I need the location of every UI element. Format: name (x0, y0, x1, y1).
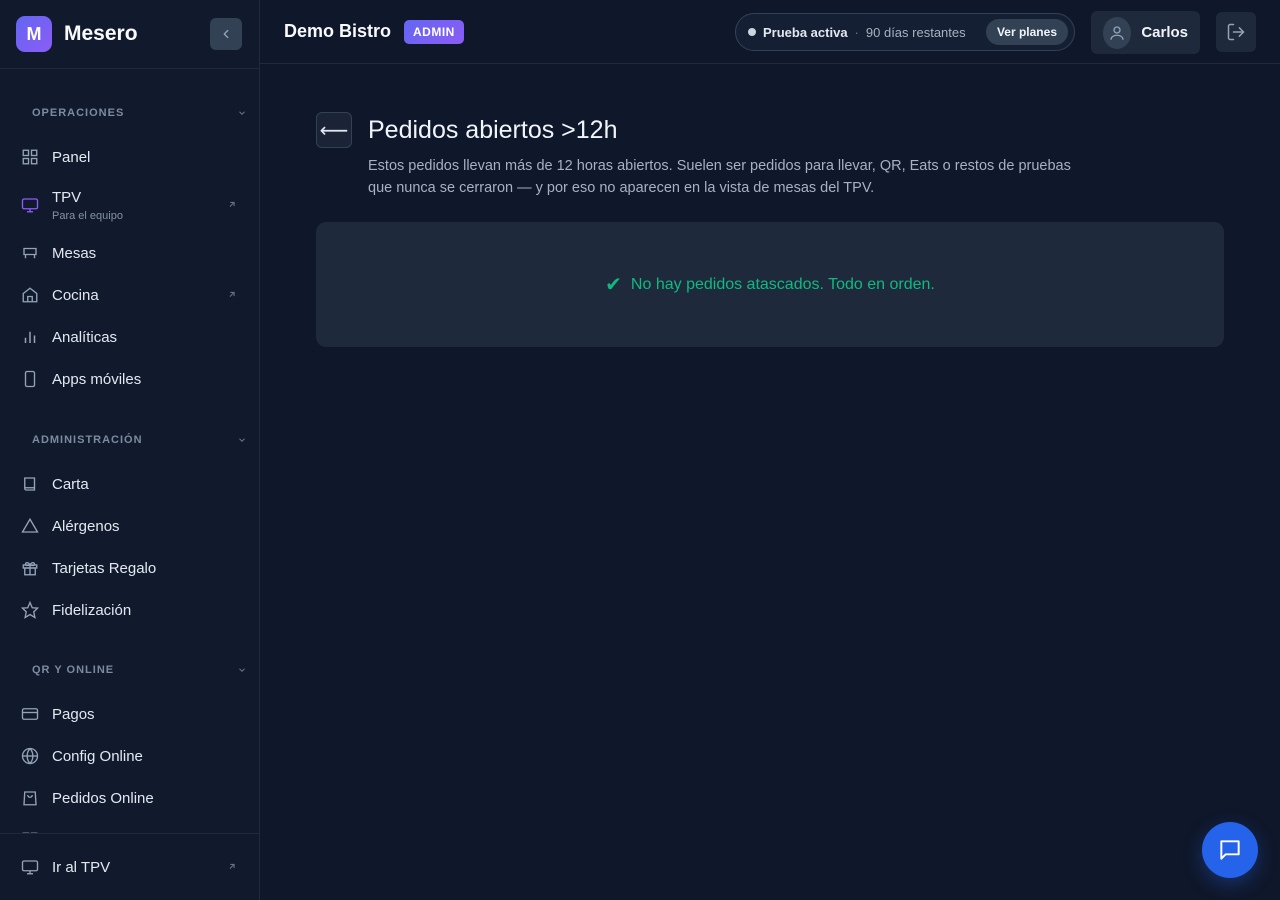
monitor-icon (20, 195, 40, 215)
sidebar-nav: OPERACIONES Panel TPV Para el equipo Mes… (0, 70, 259, 833)
section-title: ADMINISTRACIÓN (32, 434, 143, 446)
sidebar-item-label: Fidelización (52, 601, 132, 619)
brand-name: Mesero (64, 22, 138, 45)
sidebar-item-label: Config Online (52, 747, 143, 765)
star-icon (20, 600, 40, 620)
book-icon (20, 474, 40, 494)
shopping-bag-icon (20, 788, 40, 808)
sidebar-item-label: Pedidos Online (52, 789, 154, 807)
phone-icon (20, 369, 40, 389)
workspace-name: Demo Bistro (284, 21, 392, 41)
empty-state-message: No hay pedidos atascados. Todo en orden. (630, 275, 935, 293)
trial-status-pill: Prueba activa · 90 días restantes Ver pl… (735, 13, 1075, 51)
external-link-icon (227, 859, 237, 876)
sidebar-item-label: Mesas (52, 244, 97, 262)
role-badge: ADMIN (404, 19, 464, 44)
sidebar-item-label: TPV (52, 188, 82, 206)
sidebar-item-label: Apps móviles (52, 370, 142, 388)
sidebar-item-pagos[interactable]: Pagos (0, 694, 259, 734)
credit-card-icon (20, 704, 40, 724)
section-title: QR Y ONLINE (32, 664, 115, 676)
trial-status: Prueba activa (763, 24, 848, 40)
user-menu-button[interactable]: Carlos (1091, 11, 1200, 54)
sidebar-item-config-online[interactable]: Config Online (0, 736, 259, 776)
sidebar-item-label: Tarjetas Regalo (52, 559, 157, 577)
sidebar-item-label: Analíticas (52, 328, 118, 346)
sidebar-item-label: Alérgenos (52, 517, 120, 535)
chevron-down-icon (239, 111, 245, 115)
logout-icon (1227, 23, 1245, 41)
external-link-icon (227, 287, 237, 304)
monitor-icon (20, 857, 40, 877)
home-icon (20, 285, 40, 305)
bar-chart-icon (20, 327, 40, 347)
section-title: OPERACIONES (32, 107, 125, 119)
chat-button[interactable] (1202, 822, 1258, 878)
sidebar-item-mesas[interactable]: Mesas (0, 233, 259, 273)
footer-label: Ir al TPV (52, 858, 111, 876)
sidebar-item-label: Panel (52, 148, 91, 166)
sidebar-item-sublabel: Para el equipo (52, 209, 123, 222)
collapse-sidebar-button[interactable] (210, 18, 242, 50)
sidebar: M Mesero OPERACIONES Panel TPV Para el e… (0, 0, 260, 900)
page-title: Pedidos abiertos >12h (368, 116, 618, 144)
brand: M Mesero (0, 0, 259, 69)
sidebar-item-label: Cocina (52, 286, 99, 304)
empty-state-card: ✔ No hay pedidos atascados. Todo en orde… (316, 222, 1224, 347)
brand-logo: M (16, 16, 52, 52)
section-qr-online[interactable]: QR Y ONLINE (0, 660, 259, 680)
section-operaciones[interactable]: OPERACIONES (0, 103, 259, 123)
sidebar-footer: Ir al TPV (0, 833, 259, 900)
user-name: Carlos (1141, 24, 1188, 41)
sidebar-item-panel[interactable]: Panel (0, 137, 259, 177)
status-dot-icon (748, 28, 756, 36)
sidebar-item-alergenos[interactable]: Alérgenos (0, 506, 259, 546)
sidebar-item-label: Pagos (52, 705, 95, 723)
globe-icon (20, 746, 40, 766)
sidebar-item-carta[interactable]: Carta (0, 464, 259, 504)
trial-separator: · (854, 24, 859, 40)
sidebar-item-fidelizacion[interactable]: Fidelización (0, 590, 259, 630)
top-header: Demo Bistro ADMIN Prueba activa · 90 día… (260, 0, 1280, 64)
avatar (1103, 16, 1132, 49)
chevron-down-icon (239, 668, 245, 672)
sidebar-item-pedidos-online[interactable]: Pedidos Online (0, 778, 259, 818)
grid-icon (20, 147, 40, 167)
trial-days-remaining: 90 días restantes (865, 24, 966, 40)
check-icon: ✔ (605, 274, 622, 296)
view-plans-button[interactable]: Ver planes (985, 19, 1068, 45)
sidebar-item-analiticas[interactable]: Analíticas (0, 317, 259, 357)
sidebar-item-partial[interactable] (0, 820, 259, 833)
chevron-down-icon (239, 438, 245, 442)
sidebar-item-apps-moviles[interactable]: Apps móviles (0, 359, 259, 399)
sidebar-item-tpv[interactable]: TPV Para el equipo (0, 177, 259, 233)
chat-icon (1220, 840, 1240, 860)
table-icon (20, 243, 40, 263)
page-description: Estos pedidos llevan más de 12 horas abi… (368, 158, 1071, 196)
sidebar-item-text: TPV Para el equipo (52, 189, 123, 222)
logout-button[interactable] (1216, 12, 1256, 52)
gift-icon (20, 558, 40, 578)
sidebar-item-label: Carta (52, 475, 89, 493)
arrow-left-icon: ⟵ (319, 119, 349, 142)
go-to-tpv-link[interactable]: Ir al TPV (0, 847, 259, 887)
chevron-left-icon (223, 29, 229, 39)
warning-icon (20, 516, 40, 536)
sidebar-item-cocina[interactable]: Cocina (0, 275, 259, 315)
back-button[interactable]: ⟵ (316, 112, 352, 148)
section-administracion[interactable]: ADMINISTRACIÓN (0, 430, 259, 450)
external-link-icon (227, 197, 237, 214)
sidebar-item-tarjetas-regalo[interactable]: Tarjetas Regalo (0, 548, 259, 588)
user-icon (1110, 25, 1124, 40)
